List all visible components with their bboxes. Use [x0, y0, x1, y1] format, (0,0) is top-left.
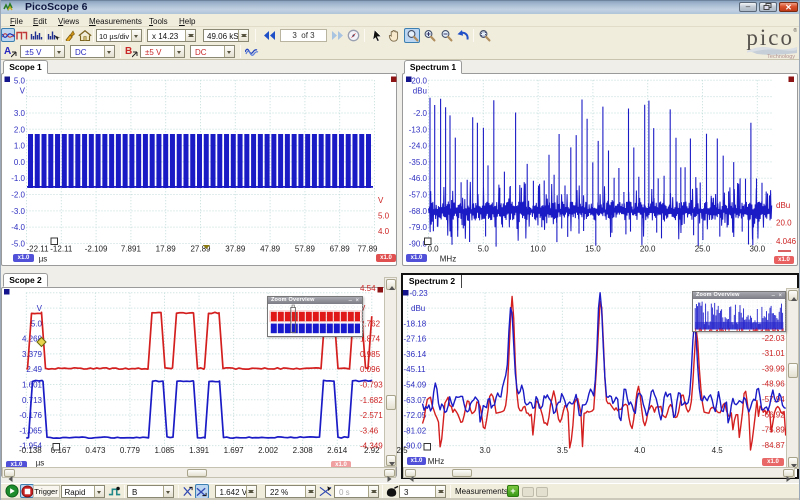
svg-text:-63.07: -63.07 [404, 396, 427, 405]
svg-text:V: V [20, 86, 26, 95]
svg-text:1.085: 1.085 [154, 446, 175, 455]
svg-text:10.0: 10.0 [530, 245, 546, 254]
svg-text:-22.03: -22.03 [762, 334, 785, 343]
svg-text:dBu: dBu [776, 201, 790, 210]
svg-text:V: V [378, 196, 384, 205]
svg-text:dBu: dBu [411, 304, 425, 313]
svg-text:-68.0: -68.0 [409, 207, 428, 216]
svg-text:3.379: 3.379 [22, 350, 43, 359]
svg-text:-0.793: -0.793 [360, 380, 383, 389]
svg-text:-81.02: -81.02 [404, 426, 427, 435]
svg-text:5.0: 5.0 [31, 319, 43, 328]
svg-text:5.0: 5.0 [378, 212, 390, 221]
svg-text:0.096: 0.096 [360, 365, 381, 374]
svg-text:-27.16: -27.16 [404, 335, 427, 344]
svg-text:µs: µs [39, 255, 48, 264]
svg-text:15.0: 15.0 [585, 245, 601, 254]
svg-text:2.0: 2.0 [14, 125, 26, 134]
svg-text:-39.99: -39.99 [762, 364, 785, 373]
svg-text:1.697: 1.697 [224, 446, 245, 455]
svg-text:-84.87: -84.87 [762, 441, 785, 450]
svg-text:0.713: 0.713 [22, 396, 43, 405]
svg-text:37.89: 37.89 [225, 245, 246, 254]
svg-text:20.0: 20.0 [776, 219, 792, 228]
svg-text:1.0: 1.0 [14, 142, 26, 151]
svg-text:-5.0: -5.0 [11, 240, 25, 249]
svg-text:-1.682: -1.682 [360, 396, 383, 405]
svg-text:-35.0: -35.0 [409, 158, 428, 167]
svg-text:-18.18: -18.18 [404, 319, 427, 328]
svg-text:-46.0: -46.0 [409, 174, 428, 183]
svg-text:0.0: 0.0 [428, 245, 440, 254]
svg-text:dBu: dBu [413, 86, 427, 95]
svg-text:-13.0: -13.0 [409, 125, 428, 134]
svg-text:-1.065: -1.065 [19, 426, 42, 435]
svg-text:2.002: 2.002 [258, 446, 279, 455]
svg-text:7.891: 7.891 [121, 245, 142, 254]
svg-text:5.0: 5.0 [478, 245, 490, 254]
svg-text:-12.11: -12.11 [50, 245, 73, 254]
svg-text:4.54: 4.54 [360, 284, 376, 293]
svg-text:77.89: 77.89 [357, 245, 378, 254]
svg-text:-79.0: -79.0 [409, 223, 428, 232]
svg-text:20.0: 20.0 [411, 76, 427, 85]
svg-text:3.0: 3.0 [479, 446, 491, 455]
svg-text:-2.109: -2.109 [85, 245, 108, 254]
svg-text:3.5: 3.5 [557, 446, 569, 455]
svg-text:-0.23: -0.23 [410, 289, 429, 298]
svg-text:0.473: 0.473 [85, 446, 106, 455]
svg-text:5.0: 5.0 [14, 76, 26, 85]
svg-text:2.49: 2.49 [26, 365, 42, 374]
svg-text:-2.571: -2.571 [360, 411, 383, 420]
svg-text:0.779: 0.779 [120, 446, 141, 455]
svg-text:-4.0: -4.0 [11, 223, 25, 232]
svg-text:-48.96: -48.96 [762, 380, 785, 389]
svg-text:-2.0: -2.0 [413, 109, 427, 118]
svg-text:-54.09: -54.09 [404, 380, 427, 389]
svg-text:1.391: 1.391 [189, 446, 210, 455]
svg-text:2.308: 2.308 [293, 446, 314, 455]
svg-text:-75.89: -75.89 [762, 426, 785, 435]
svg-text:MHz: MHz [428, 457, 444, 466]
svg-text:2.614: 2.614 [327, 446, 348, 455]
svg-text:4.5: 4.5 [712, 446, 724, 455]
svg-text:67.89: 67.89 [330, 245, 351, 254]
svg-text:17.89: 17.89 [156, 245, 177, 254]
svg-text:-2.0: -2.0 [11, 191, 25, 200]
svg-text:2.5: 2.5 [397, 446, 409, 455]
svg-text:30.0: 30.0 [750, 245, 766, 254]
svg-text:-45.11: -45.11 [404, 365, 427, 374]
svg-text:-31.01: -31.01 [762, 349, 785, 358]
svg-text:0.0: 0.0 [14, 158, 26, 167]
svg-text:3.0: 3.0 [14, 109, 26, 118]
svg-text:MHz: MHz [440, 255, 456, 264]
svg-text:-3.46: -3.46 [360, 426, 379, 435]
svg-text:-57.0: -57.0 [409, 191, 428, 200]
svg-text:4.0: 4.0 [634, 446, 646, 455]
svg-text:57.89: 57.89 [295, 245, 316, 254]
svg-text:-36.14: -36.14 [404, 350, 427, 359]
svg-text:4.0: 4.0 [378, 227, 390, 236]
svg-text:0.985: 0.985 [360, 350, 381, 359]
svg-text:20.0: 20.0 [640, 245, 656, 254]
svg-text:-22.11: -22.11 [27, 245, 50, 254]
svg-text:-3.0: -3.0 [11, 207, 25, 216]
svg-text:-24.0: -24.0 [409, 142, 428, 151]
svg-text:47.89: 47.89 [260, 245, 281, 254]
svg-text:-1.0: -1.0 [11, 174, 25, 183]
svg-text:-4.349: -4.349 [360, 442, 383, 451]
svg-text:-0.138: -0.138 [19, 446, 42, 455]
svg-text:25.0: 25.0 [695, 245, 711, 254]
svg-text:4.046: 4.046 [776, 237, 797, 246]
